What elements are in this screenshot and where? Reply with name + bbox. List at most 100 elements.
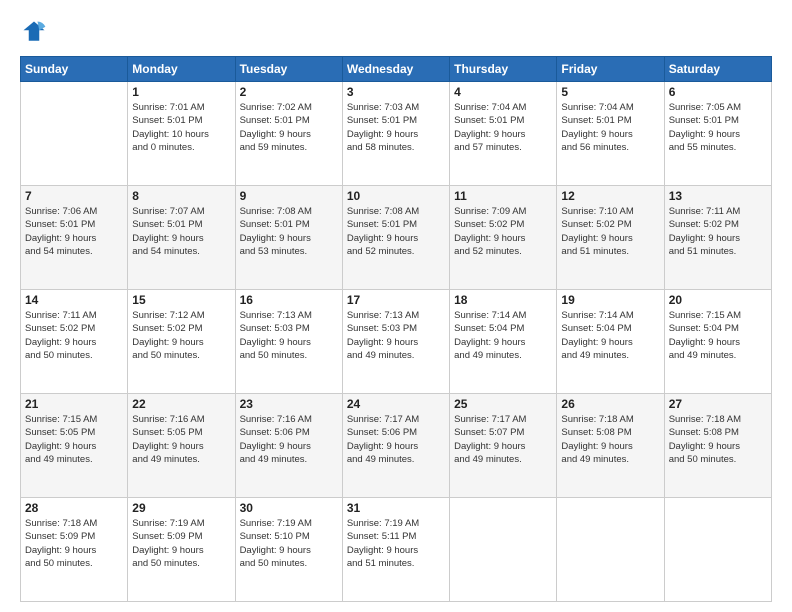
day-info: Sunrise: 7:15 AM Sunset: 5:05 PM Dayligh… <box>25 413 123 466</box>
day-number: 22 <box>132 397 230 411</box>
col-header-thursday: Thursday <box>450 57 557 82</box>
calendar-week-3: 14 Sunrise: 7:11 AM Sunset: 5:02 PM Dayli… <box>21 290 772 394</box>
day-number: 20 <box>669 293 767 307</box>
day-info: Sunrise: 7:19 AM Sunset: 5:09 PM Dayligh… <box>132 517 230 570</box>
day-number: 4 <box>454 85 552 99</box>
col-header-wednesday: Wednesday <box>342 57 449 82</box>
day-number: 11 <box>454 189 552 203</box>
logo-icon <box>20 18 48 46</box>
day-info: Sunrise: 7:15 AM Sunset: 5:04 PM Dayligh… <box>669 309 767 362</box>
calendar-cell: 25 Sunrise: 7:17 AM Sunset: 5:07 PM Dayli… <box>450 394 557 498</box>
col-header-tuesday: Tuesday <box>235 57 342 82</box>
day-number: 6 <box>669 85 767 99</box>
day-number: 10 <box>347 189 445 203</box>
day-number: 29 <box>132 501 230 515</box>
calendar-cell: 22Sunrise: 7:16 AM Sunset: 5:05 PM Dayli… <box>128 394 235 498</box>
day-info: Sunrise: 7:08 AM Sunset: 5:01 PM Dayligh… <box>240 205 338 258</box>
day-number: 26 <box>561 397 659 411</box>
day-info: Sunrise: 7:16 AM Sunset: 5:06 PM Dayligh… <box>240 413 338 466</box>
day-number: 31 <box>347 501 445 515</box>
day-info: Sunrise: 7:18 AM Sunset: 5:08 PM Dayligh… <box>669 413 767 466</box>
day-number: 13 <box>669 189 767 203</box>
day-number: 27 <box>669 397 767 411</box>
day-info: Sunrise: 7:12 AM Sunset: 5:02 PM Dayligh… <box>132 309 230 362</box>
calendar-cell: 26 Sunrise: 7:18 AM Sunset: 5:08 PM Dayli… <box>557 394 664 498</box>
calendar-cell: 21 Sunrise: 7:15 AM Sunset: 5:05 PM Dayli… <box>21 394 128 498</box>
calendar-cell: 17 Sunrise: 7:13 AM Sunset: 5:03 PM Dayli… <box>342 290 449 394</box>
calendar-cell: 3 Sunrise: 7:03 AM Sunset: 5:01 PM Daylig… <box>342 82 449 186</box>
day-number: 19 <box>561 293 659 307</box>
calendar-week-1: 1 Sunrise: 7:01 AM Sunset: 5:01 PM Daylig… <box>21 82 772 186</box>
day-number: 12 <box>561 189 659 203</box>
day-number: 1 <box>132 85 230 99</box>
calendar-cell: 10Sunrise: 7:08 AM Sunset: 5:01 PM Dayli… <box>342 186 449 290</box>
calendar-header-row: SundayMondayTuesdayWednesdayThursdayFrid… <box>21 57 772 82</box>
calendar-cell: 1 Sunrise: 7:01 AM Sunset: 5:01 PM Daylig… <box>128 82 235 186</box>
day-number: 18 <box>454 293 552 307</box>
calendar-cell: 30 Sunrise: 7:19 AM Sunset: 5:10 PM Dayli… <box>235 498 342 602</box>
day-info: Sunrise: 7:04 AM Sunset: 5:01 PM Dayligh… <box>454 101 552 154</box>
logo <box>20 18 52 46</box>
day-info: Sunrise: 7:14 AM Sunset: 5:04 PM Dayligh… <box>454 309 552 362</box>
day-number: 5 <box>561 85 659 99</box>
calendar-cell: 6 Sunrise: 7:05 AM Sunset: 5:01 PM Daylig… <box>664 82 771 186</box>
calendar-cell: 15 Sunrise: 7:12 AM Sunset: 5:02 PM Dayli… <box>128 290 235 394</box>
day-number: 30 <box>240 501 338 515</box>
calendar-cell: 29 Sunrise: 7:19 AM Sunset: 5:09 PM Dayli… <box>128 498 235 602</box>
calendar-table: SundayMondayTuesdayWednesdayThursdayFrid… <box>20 56 772 602</box>
day-info: Sunrise: 7:09 AM Sunset: 5:02 PM Dayligh… <box>454 205 552 258</box>
day-info: Sunrise: 7:11 AM Sunset: 5:02 PM Dayligh… <box>25 309 123 362</box>
calendar-cell: 28 Sunrise: 7:18 AM Sunset: 5:09 PM Dayli… <box>21 498 128 602</box>
calendar-week-5: 28 Sunrise: 7:18 AM Sunset: 5:09 PM Dayli… <box>21 498 772 602</box>
day-number: 15 <box>132 293 230 307</box>
day-info: Sunrise: 7:17 AM Sunset: 5:07 PM Dayligh… <box>454 413 552 466</box>
day-number: 17 <box>347 293 445 307</box>
day-number: 16 <box>240 293 338 307</box>
calendar-cell: 2 Sunrise: 7:02 AM Sunset: 5:01 PM Daylig… <box>235 82 342 186</box>
day-info: Sunrise: 7:03 AM Sunset: 5:01 PM Dayligh… <box>347 101 445 154</box>
day-number: 25 <box>454 397 552 411</box>
calendar-cell: 7Sunrise: 7:06 AM Sunset: 5:01 PM Daylig… <box>21 186 128 290</box>
calendar-cell: 9 Sunrise: 7:08 AM Sunset: 5:01 PM Daylig… <box>235 186 342 290</box>
calendar-cell <box>557 498 664 602</box>
day-number: 8 <box>132 189 230 203</box>
calendar-cell: 4 Sunrise: 7:04 AM Sunset: 5:01 PM Daylig… <box>450 82 557 186</box>
day-info: Sunrise: 7:02 AM Sunset: 5:01 PM Dayligh… <box>240 101 338 154</box>
calendar-cell: 11 Sunrise: 7:09 AM Sunset: 5:02 PM Dayli… <box>450 186 557 290</box>
calendar-cell <box>450 498 557 602</box>
day-info: Sunrise: 7:17 AM Sunset: 5:06 PM Dayligh… <box>347 413 445 466</box>
day-info: Sunrise: 7:04 AM Sunset: 5:01 PM Dayligh… <box>561 101 659 154</box>
day-number: 2 <box>240 85 338 99</box>
day-number: 9 <box>240 189 338 203</box>
day-number: 28 <box>25 501 123 515</box>
day-number: 24 <box>347 397 445 411</box>
day-info: Sunrise: 7:13 AM Sunset: 5:03 PM Dayligh… <box>347 309 445 362</box>
day-info: Sunrise: 7:19 AM Sunset: 5:10 PM Dayligh… <box>240 517 338 570</box>
day-info: Sunrise: 7:18 AM Sunset: 5:08 PM Dayligh… <box>561 413 659 466</box>
day-info: Sunrise: 7:11 AM Sunset: 5:02 PM Dayligh… <box>669 205 767 258</box>
col-header-friday: Friday <box>557 57 664 82</box>
calendar-cell: 23 Sunrise: 7:16 AM Sunset: 5:06 PM Dayli… <box>235 394 342 498</box>
day-number: 14 <box>25 293 123 307</box>
calendar-cell: 13 Sunrise: 7:11 AM Sunset: 5:02 PM Dayli… <box>664 186 771 290</box>
calendar-cell: 27 Sunrise: 7:18 AM Sunset: 5:08 PM Dayli… <box>664 394 771 498</box>
day-info: Sunrise: 7:14 AM Sunset: 5:04 PM Dayligh… <box>561 309 659 362</box>
col-header-monday: Monday <box>128 57 235 82</box>
day-info: Sunrise: 7:19 AM Sunset: 5:11 PM Dayligh… <box>347 517 445 570</box>
day-number: 23 <box>240 397 338 411</box>
header <box>20 18 772 46</box>
day-number: 21 <box>25 397 123 411</box>
calendar-cell: 14 Sunrise: 7:11 AM Sunset: 5:02 PM Dayli… <box>21 290 128 394</box>
day-info: Sunrise: 7:18 AM Sunset: 5:09 PM Dayligh… <box>25 517 123 570</box>
calendar-cell <box>664 498 771 602</box>
day-info: Sunrise: 7:05 AM Sunset: 5:01 PM Dayligh… <box>669 101 767 154</box>
day-info: Sunrise: 7:01 AM Sunset: 5:01 PM Dayligh… <box>132 101 230 154</box>
day-number: 7 <box>25 189 123 203</box>
calendar-cell: 31 Sunrise: 7:19 AM Sunset: 5:11 PM Dayli… <box>342 498 449 602</box>
calendar-cell <box>21 82 128 186</box>
day-number: 3 <box>347 85 445 99</box>
day-info: Sunrise: 7:07 AM Sunset: 5:01 PM Dayligh… <box>132 205 230 258</box>
col-header-sunday: Sunday <box>21 57 128 82</box>
calendar-cell: 19 Sunrise: 7:14 AM Sunset: 5:04 PM Dayli… <box>557 290 664 394</box>
calendar-week-2: 7Sunrise: 7:06 AM Sunset: 5:01 PM Daylig… <box>21 186 772 290</box>
